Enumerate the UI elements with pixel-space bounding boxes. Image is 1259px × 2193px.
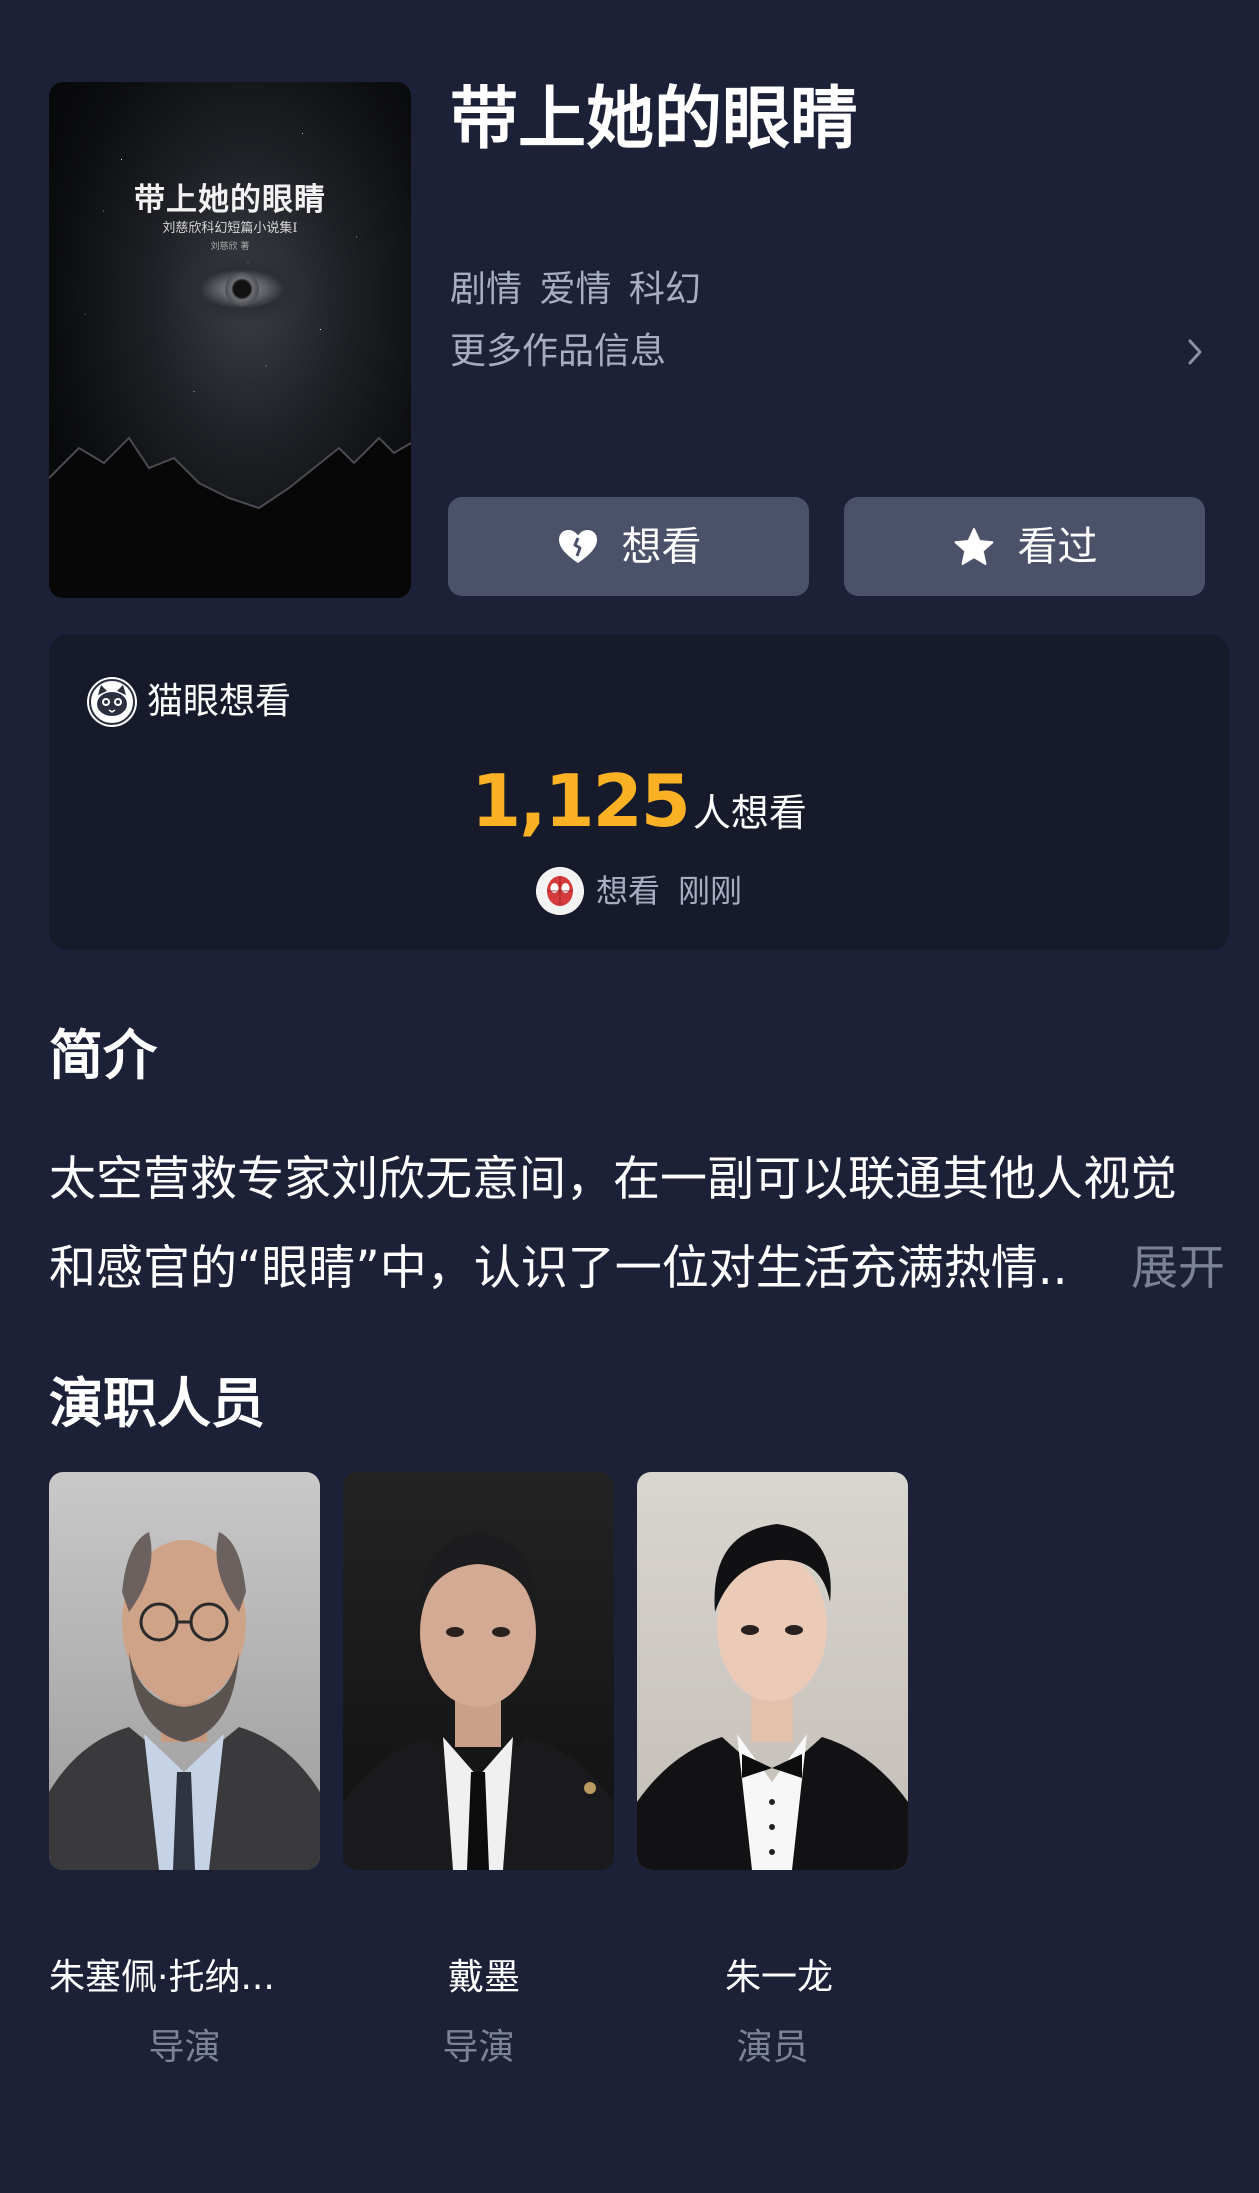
cast-role: 演员: [736, 2027, 809, 2068]
cast-name: 朱一龙: [725, 1957, 834, 1998]
poster-subtitle: 刘慈欣科幻短篇小说集Ⅰ: [162, 221, 298, 236]
cast-photo: [637, 1472, 908, 1870]
cast-name: 戴墨: [448, 1957, 521, 1998]
maoyan-title: 猫眼想看: [147, 681, 292, 722]
avatar: [535, 867, 584, 915]
synopsis-line-2: 和感官的“眼睛”中，认识了一位对生活充满热情.. 展开: [49, 1224, 1225, 1313]
movie-title: 带上她的眼睛: [450, 80, 859, 159]
movie-genres: 剧情 爱情 科幻: [450, 269, 701, 310]
more-info-link[interactable]: 更多作品信息: [450, 330, 1210, 374]
movie-poster[interactable]: 带上她的眼睛 刘慈欣科幻短篇小说集Ⅰ 刘慈欣 著: [49, 82, 411, 598]
recent-action: 想看: [595, 872, 660, 910]
poster-author: 刘慈欣 著: [210, 242, 250, 252]
cast-member-card[interactable]: 朱塞佩·托纳... 导演: [49, 1472, 320, 2068]
synopsis-heading: 简介: [49, 1024, 157, 1087]
maoyan-header: 猫眼想看: [87, 677, 291, 727]
more-info-label: 更多作品信息: [450, 331, 667, 372]
synopsis-line-1: 太空营救专家刘欣无意间，在一副可以联通其他人视觉: [49, 1152, 1177, 1207]
cast-photo: [49, 1472, 320, 1870]
poster-title: 带上她的眼睛: [134, 182, 326, 218]
maoyan-cat-icon: [87, 677, 137, 727]
chevron-right-icon: [1180, 337, 1210, 367]
cast-heading: 演职人员: [49, 1372, 265, 1435]
heart-icon: [556, 525, 600, 569]
recent-time: 刚刚: [678, 872, 743, 910]
watched-label: 看过: [1017, 523, 1098, 570]
want-count-suffix: 人想看: [692, 791, 807, 835]
want-count-row: 1,125 人想看: [49, 761, 1229, 841]
watched-button[interactable]: 看过: [844, 497, 1205, 596]
cast-name: 朱塞佩·托纳...: [49, 1957, 275, 1998]
poster-pupil-art: [225, 272, 259, 306]
star-icon: [952, 525, 996, 569]
cast-member-card[interactable]: 戴墨 导演: [343, 1472, 614, 2068]
poster-mountain-art: [49, 436, 411, 598]
cast-role: 导演: [442, 2027, 515, 2068]
synopsis-text: 太空营救专家刘欣无意间，在一副可以联通其他人视觉 和感官的“眼睛”中，认识了一位…: [49, 1135, 1225, 1313]
want-count: 1,125: [471, 759, 691, 843]
want-to-watch-label: 想看: [621, 523, 702, 570]
want-to-watch-button[interactable]: 想看: [448, 497, 809, 596]
cast-photo: [343, 1472, 614, 1870]
recent-activity: 想看 刚刚: [49, 867, 1229, 915]
cast-role: 导演: [148, 2027, 221, 2068]
maoyan-want-card: 猫眼想看 1,125 人想看 想看 刚刚: [49, 635, 1229, 950]
cast-member-card[interactable]: 朱一龙 演员: [637, 1472, 908, 2068]
expand-synopsis-link[interactable]: 展开: [1131, 1224, 1225, 1313]
synopsis-line-2-text: 和感官的“眼睛”中，认识了一位对生活充满热情..: [49, 1241, 1068, 1296]
